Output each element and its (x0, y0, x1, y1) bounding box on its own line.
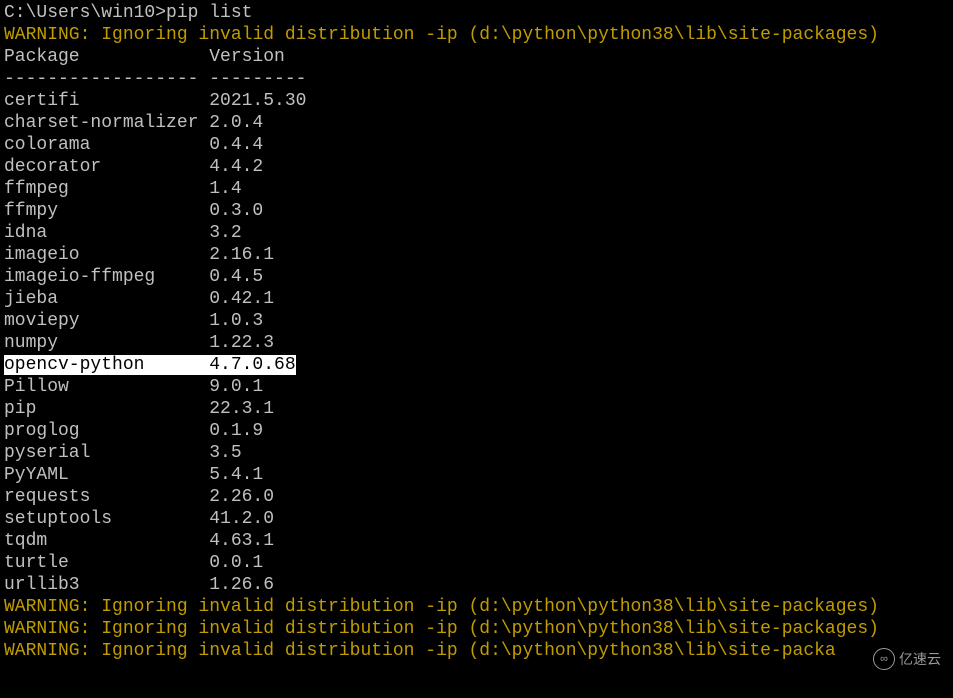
warning-lines-bottom: WARNING: Ignoring invalid distribution -… (4, 596, 949, 662)
header-version: Version (209, 46, 285, 68)
package-row: pip22.3.1 (4, 398, 949, 420)
package-version: 2.26.0 (209, 486, 274, 508)
package-version: 1.22.3 (209, 332, 274, 354)
package-row: Pillow9.0.1 (4, 376, 949, 398)
package-name: imageio-ffmpeg (4, 266, 209, 288)
package-version: 0.4.5 (209, 266, 263, 288)
package-version: 0.4.4 (209, 134, 263, 156)
package-name: opencv-python (4, 354, 209, 376)
package-row: numpy1.22.3 (4, 332, 949, 354)
package-name: decorator (4, 156, 209, 178)
package-row: proglog0.1.9 (4, 420, 949, 442)
package-name: ffmpeg (4, 178, 209, 200)
package-row: ffmpeg1.4 (4, 178, 949, 200)
package-row: imageio2.16.1 (4, 244, 949, 266)
package-name: proglog (4, 420, 209, 442)
warning-line-top: WARNING: Ignoring invalid distribution -… (4, 24, 949, 46)
package-name: idna (4, 222, 209, 244)
package-name: pyserial (4, 442, 209, 464)
package-version: 0.0.1 (209, 552, 263, 574)
package-name: ffmpy (4, 200, 209, 222)
package-version: 4.63.1 (209, 530, 274, 552)
package-version: 1.26.6 (209, 574, 274, 596)
package-name: PyYAML (4, 464, 209, 486)
package-name: setuptools (4, 508, 209, 530)
warning-line: WARNING: Ignoring invalid distribution -… (4, 596, 949, 618)
package-version: 4.4.2 (209, 156, 263, 178)
package-name: numpy (4, 332, 209, 354)
package-version: 41.2.0 (209, 508, 274, 530)
terminal-output: C:\Users\win10>pip list WARNING: Ignorin… (0, 0, 953, 664)
package-row: turtle0.0.1 (4, 552, 949, 574)
package-row: requests2.26.0 (4, 486, 949, 508)
warning-line: WARNING: Ignoring invalid distribution -… (4, 618, 949, 640)
package-name: tqdm (4, 530, 209, 552)
package-row: ffmpy0.3.0 (4, 200, 949, 222)
highlighted-package: opencv-python4.7.0.68 (4, 355, 296, 375)
package-version: 0.1.9 (209, 420, 263, 442)
package-version: 4.7.0.68 (209, 354, 295, 376)
package-row: moviepy1.0.3 (4, 310, 949, 332)
header-package: Package (4, 46, 209, 68)
package-row: pyserial3.5 (4, 442, 949, 464)
pip-list-header: PackageVersion (4, 46, 949, 68)
package-version: 9.0.1 (209, 376, 263, 398)
package-name: charset-normalizer (4, 112, 209, 134)
package-version: 2.16.1 (209, 244, 274, 266)
package-name: urllib3 (4, 574, 209, 596)
package-name: jieba (4, 288, 209, 310)
package-version: 1.0.3 (209, 310, 263, 332)
package-row: urllib31.26.6 (4, 574, 949, 596)
divider-version: --------- (209, 68, 306, 90)
package-row: opencv-python4.7.0.68 (4, 354, 949, 376)
package-version: 3.2 (209, 222, 241, 244)
package-name: requests (4, 486, 209, 508)
package-version: 0.3.0 (209, 200, 263, 222)
package-row: imageio-ffmpeg0.4.5 (4, 266, 949, 288)
package-row: PyYAML5.4.1 (4, 464, 949, 486)
package-name: colorama (4, 134, 209, 156)
divider-package: ------------------ (4, 68, 209, 90)
package-version: 2021.5.30 (209, 90, 306, 112)
package-row: setuptools41.2.0 (4, 508, 949, 530)
package-row: idna3.2 (4, 222, 949, 244)
package-name: imageio (4, 244, 209, 266)
package-row: certifi2021.5.30 (4, 90, 949, 112)
pip-list-divider: --------------------------- (4, 68, 949, 90)
command-prompt-line: C:\Users\win10>pip list (4, 2, 949, 24)
package-row: tqdm4.63.1 (4, 530, 949, 552)
package-version: 0.42.1 (209, 288, 274, 310)
package-version: 1.4 (209, 178, 241, 200)
package-version: 3.5 (209, 442, 241, 464)
package-row: charset-normalizer2.0.4 (4, 112, 949, 134)
package-row: colorama0.4.4 (4, 134, 949, 156)
package-name: Pillow (4, 376, 209, 398)
package-list: certifi2021.5.30charset-normalizer2.0.4c… (4, 90, 949, 596)
package-name: certifi (4, 90, 209, 112)
package-name: pip (4, 398, 209, 420)
package-version: 5.4.1 (209, 464, 263, 486)
package-name: turtle (4, 552, 209, 574)
warning-line: WARNING: Ignoring invalid distribution -… (4, 640, 949, 662)
package-row: jieba0.42.1 (4, 288, 949, 310)
package-version: 2.0.4 (209, 112, 263, 134)
package-name: moviepy (4, 310, 209, 332)
package-row: decorator4.4.2 (4, 156, 949, 178)
package-version: 22.3.1 (209, 398, 274, 420)
